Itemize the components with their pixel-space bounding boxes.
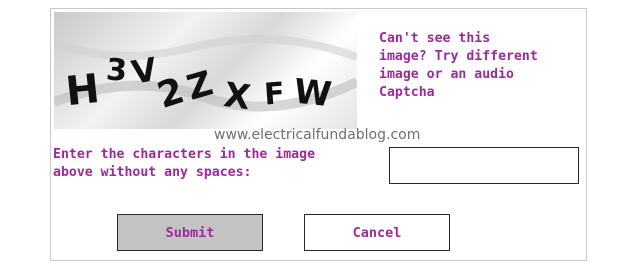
captcha-distorted-text: H 3 V 2 Z X F W bbox=[54, 35, 357, 118]
captcha-answer-input[interactable] bbox=[389, 147, 579, 184]
submit-button[interactable]: Submit bbox=[117, 214, 263, 251]
svg-text:W: W bbox=[292, 72, 333, 116]
cancel-button[interactable]: Cancel bbox=[304, 214, 450, 251]
captcha-prompt-label: Enter the characters in the image above … bbox=[53, 147, 316, 180]
svg-text:Z: Z bbox=[183, 63, 218, 108]
svg-text:H: H bbox=[64, 66, 102, 115]
captcha-help-text[interactable]: Can't see this image? Try different imag… bbox=[379, 30, 589, 102]
captcha-image: H 3 V 2 Z X F W bbox=[54, 12, 357, 129]
svg-text:F: F bbox=[263, 76, 286, 112]
svg-text:3: 3 bbox=[105, 52, 128, 88]
watermark-text: www.electricalfundablog.com bbox=[214, 127, 421, 143]
svg-text:X: X bbox=[221, 75, 253, 118]
